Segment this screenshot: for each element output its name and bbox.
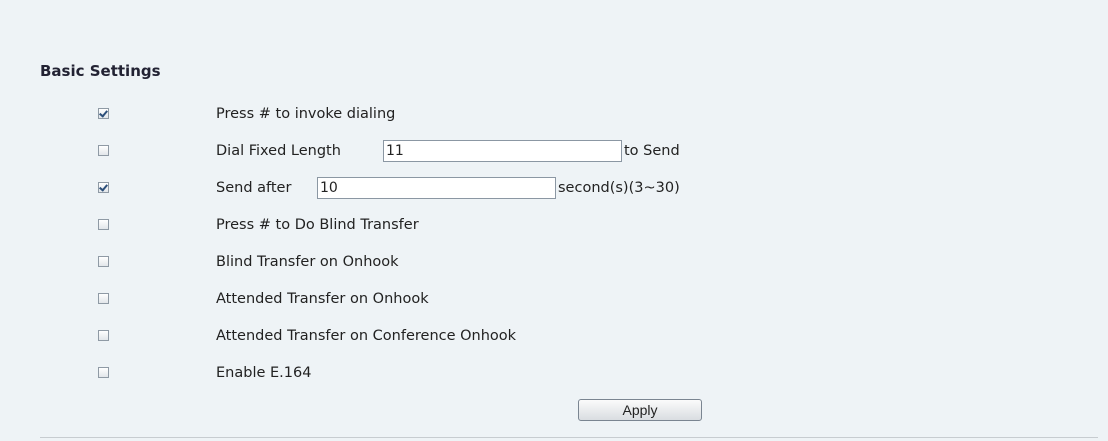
send-after-checkbox[interactable]	[98, 182, 109, 193]
setting-row-enable-e164: Enable E.164	[0, 361, 1108, 387]
enable-e164-label: Enable E.164	[216, 365, 312, 381]
setting-row-blind-transfer-onhook: Blind Transfer on Onhook	[0, 250, 1108, 276]
send-after-input[interactable]	[317, 177, 556, 199]
setting-row-press-hash-blind-transfer: Press # to Do Blind Transfer	[0, 213, 1108, 239]
setting-row-press-hash-dialing: Press # to invoke dialing	[0, 102, 1108, 128]
setting-row-attended-transfer-conference-onhook: Attended Transfer on Conference Onhook	[0, 324, 1108, 350]
attended-transfer-onhook-label: Attended Transfer on Onhook	[216, 291, 429, 307]
blind-transfer-onhook-label: Blind Transfer on Onhook	[216, 254, 399, 270]
attended-transfer-conference-onhook-label: Attended Transfer on Conference Onhook	[216, 328, 517, 344]
attended-transfer-onhook-checkbox[interactable]	[98, 293, 109, 304]
section-title: Basic Settings	[40, 62, 161, 80]
press-hash-dialing-label: Press # to invoke dialing	[216, 106, 396, 122]
press-hash-blind-transfer-label: Press # to Do Blind Transfer	[216, 217, 419, 233]
send-after-label: Send after	[216, 180, 292, 196]
basic-settings-panel: Basic Settings Press # to invoke dialing…	[0, 0, 1108, 441]
dial-fixed-length-input[interactable]	[383, 140, 622, 162]
setting-row-send-after: Send after second(s)(3~30)	[0, 176, 1108, 202]
dial-fixed-length-label: Dial Fixed Length	[216, 143, 341, 159]
attended-transfer-conference-onhook-checkbox[interactable]	[98, 330, 109, 341]
dial-fixed-length-checkbox[interactable]	[98, 145, 109, 156]
blind-transfer-onhook-checkbox[interactable]	[98, 256, 109, 267]
send-after-suffix: second(s)(3~30)	[558, 180, 680, 196]
press-hash-dialing-checkbox[interactable]	[98, 108, 109, 119]
press-hash-blind-transfer-checkbox[interactable]	[98, 219, 109, 230]
bottom-divider	[40, 437, 1098, 438]
dial-fixed-length-suffix: to Send	[624, 143, 680, 159]
enable-e164-checkbox[interactable]	[98, 367, 109, 378]
setting-row-dial-fixed-length: Dial Fixed Length to Send	[0, 139, 1108, 165]
setting-row-attended-transfer-onhook: Attended Transfer on Onhook	[0, 287, 1108, 313]
apply-button[interactable]: Apply	[578, 399, 702, 421]
